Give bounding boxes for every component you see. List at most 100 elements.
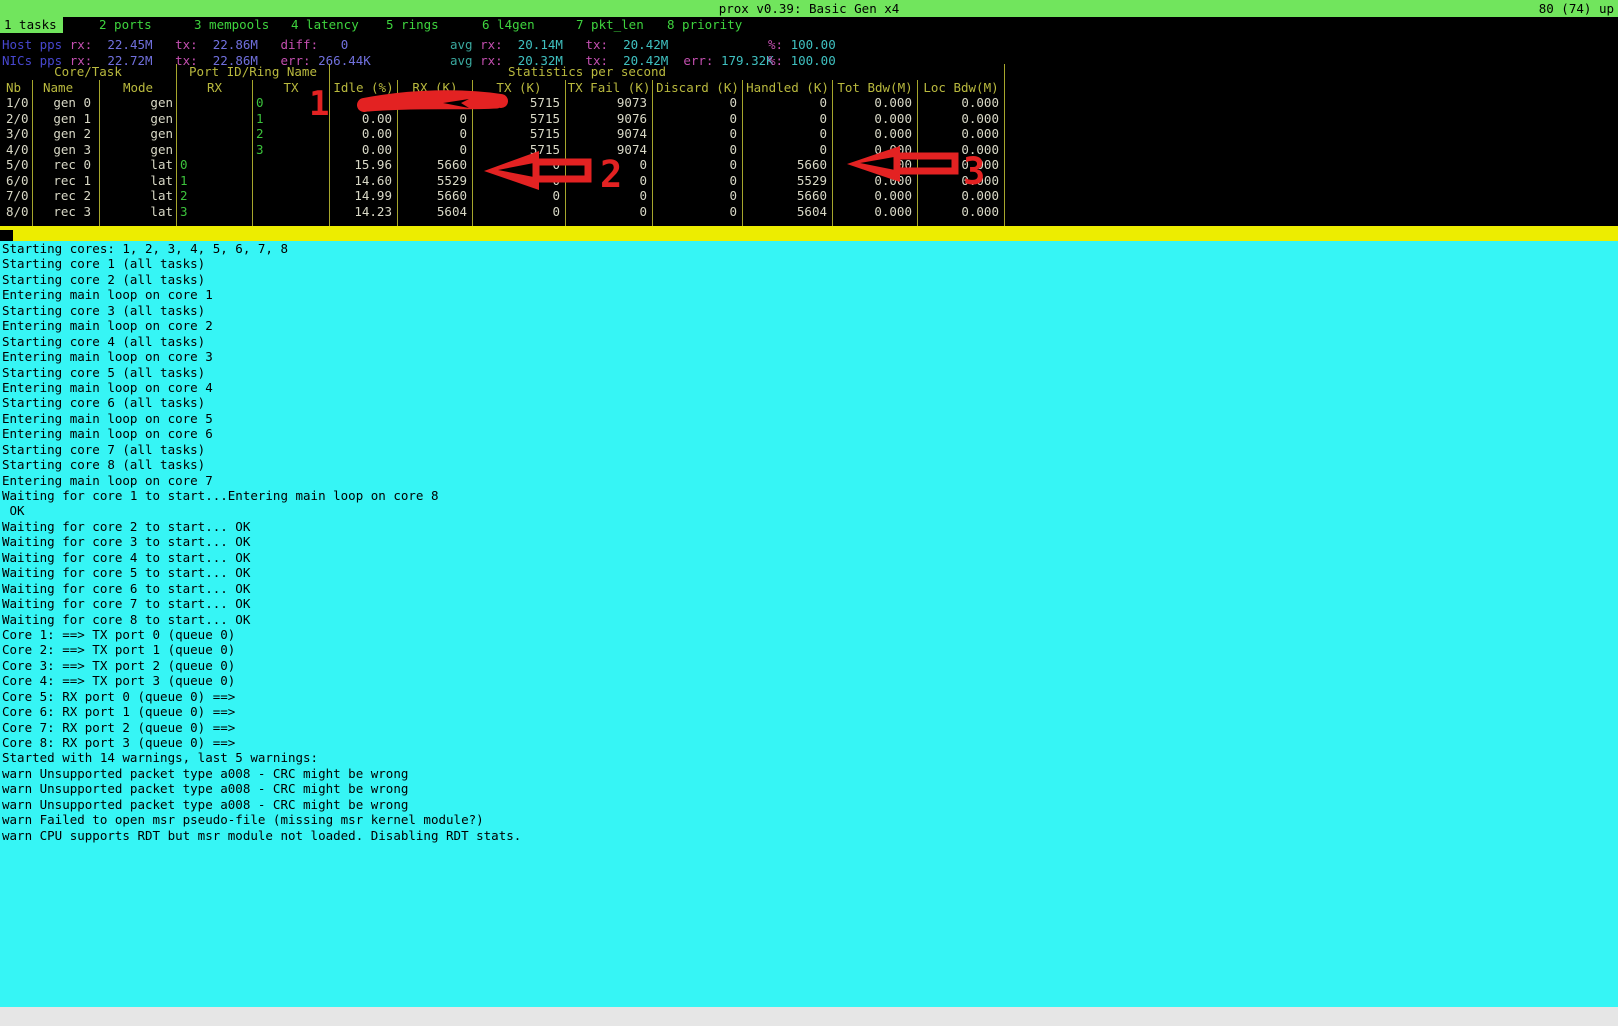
- cell: 5715: [473, 95, 566, 111]
- cell: 0.000: [833, 111, 918, 127]
- command-status-bar[interactable]: Enter 'help' or command, <ESC> or 'quit'…: [0, 1007, 1618, 1026]
- border-stub: [33, 219, 100, 226]
- log-line: Core 5: RX port 0 (queue 0) ==>: [0, 689, 1618, 704]
- cell: 0: [653, 204, 743, 220]
- log-line: Waiting for core 2 to start... OK: [0, 519, 1618, 534]
- cell: [177, 142, 253, 158]
- log-line: Core 6: RX port 1 (queue 0) ==>: [0, 704, 1618, 719]
- core-stats-table: Core/TaskPort ID/Ring NameStatistics per…: [0, 64, 1005, 226]
- cell: 0: [398, 126, 473, 142]
- cell: gen 1: [33, 111, 100, 127]
- cell: 0: [566, 188, 653, 204]
- cursor-block: [0, 230, 13, 241]
- app-title: prox v0.39: Basic Gen x4: [0, 1, 1618, 17]
- border-stub: [653, 219, 743, 226]
- cell: lat: [100, 188, 177, 204]
- column-header: Name: [33, 80, 100, 96]
- border-stub: [833, 219, 918, 226]
- column-header: Nb: [0, 80, 33, 96]
- log-line: Entering main loop on core 6: [0, 426, 1618, 441]
- cell: rec 2: [33, 188, 100, 204]
- tab-2-ports[interactable]: 2 ports: [95, 17, 152, 33]
- table-row: 2/0gen 1gen10.00057159076000.0000.000: [0, 111, 1005, 127]
- prox-terminal-screen: prox v0.39: Basic Gen x4 80 (74) up 1 ta…: [0, 0, 1618, 1026]
- uptime-indicator: 80 (74) up: [1539, 1, 1614, 17]
- cell: 0.000: [833, 126, 918, 142]
- cell: 5660: [398, 188, 473, 204]
- table-row: 7/0rec 2lat214.99566000056600.0000.000: [0, 188, 1005, 204]
- log-line: OK: [0, 503, 1618, 518]
- cell: gen: [100, 142, 177, 158]
- cell: 1: [253, 111, 330, 127]
- stats-segment: %: 100.00: [768, 37, 836, 53]
- cell: 0.00: [330, 142, 398, 158]
- cell: 5715: [473, 126, 566, 142]
- border-stub: [0, 219, 33, 226]
- cell: 0: [566, 157, 653, 173]
- cell: 0: [743, 95, 833, 111]
- cell: 0: [473, 173, 566, 189]
- column-header: Tot Bdw(M): [833, 80, 918, 96]
- table-row: 8/0rec 3lat314.23560400056040.0000.000: [0, 204, 1005, 220]
- column-header: TX: [253, 80, 330, 96]
- cell: 0: [473, 204, 566, 220]
- log-line: Entering main loop on core 5: [0, 411, 1618, 426]
- log-line: Entering main loop on core 1: [0, 287, 1618, 302]
- cell: lat: [100, 157, 177, 173]
- cell: 0.000: [918, 204, 1005, 220]
- tab-3-mempools[interactable]: 3 mempools: [190, 17, 269, 33]
- cell: 3: [177, 204, 253, 220]
- tab-6-l4gen[interactable]: 6 l4gen: [478, 17, 535, 33]
- cell: 0: [398, 111, 473, 127]
- cell: 0.000: [833, 142, 918, 158]
- cell: [177, 95, 253, 111]
- table-row: 5/0rec 0lat015.96566000056600.0000.000: [0, 157, 1005, 173]
- cell: 0: [743, 111, 833, 127]
- tab-5-rings[interactable]: 5 rings: [382, 17, 439, 33]
- log-line: Waiting for core 4 to start... OK: [0, 550, 1618, 565]
- cell: 14.60: [330, 173, 398, 189]
- border-stub: [177, 219, 253, 226]
- tab-8-priority[interactable]: 8 priority: [663, 17, 742, 33]
- log-line: Starting core 6 (all tasks): [0, 395, 1618, 410]
- cell: 5604: [398, 204, 473, 220]
- border-stub: [918, 219, 1005, 226]
- tab-4-latency[interactable]: 4 latency: [287, 17, 359, 33]
- table-row: 6/0rec 1lat114.60552900055290.0000.000: [0, 173, 1005, 189]
- cell: lat: [100, 204, 177, 220]
- log-line: Waiting for core 1 to start...Entering m…: [0, 488, 1618, 503]
- cell: lat: [100, 173, 177, 189]
- cell: 4/0: [0, 142, 33, 158]
- table-group-header: Statistics per second: [330, 64, 1005, 80]
- cell: 1: [177, 173, 253, 189]
- cell: [253, 188, 330, 204]
- column-header: RX: [177, 80, 253, 96]
- cell: 2/0: [0, 111, 33, 127]
- cell: 0: [398, 95, 473, 111]
- cell: 0: [566, 173, 653, 189]
- cell: 0.000: [833, 188, 918, 204]
- log-line: Starting core 2 (all tasks): [0, 272, 1618, 287]
- cell: 0: [653, 157, 743, 173]
- cell: [253, 204, 330, 220]
- cell: 0: [653, 173, 743, 189]
- column-header: Loc Bdw(M): [918, 80, 1005, 96]
- log-line: Waiting for core 8 to start... OK: [0, 612, 1618, 627]
- log-line: Waiting for core 5 to start... OK: [0, 565, 1618, 580]
- log-line: Waiting for core 7 to start... OK: [0, 596, 1618, 611]
- log-line: Starting cores: 1, 2, 3, 4, 5, 6, 7, 8: [0, 241, 1618, 256]
- log-line: Core 4: ==> TX port 3 (queue 0): [0, 673, 1618, 688]
- startup-log: Starting cores: 1, 2, 3, 4, 5, 6, 7, 8 St…: [0, 241, 1618, 1007]
- log-line: Starting core 4 (all tasks): [0, 334, 1618, 349]
- column-header: TX Fail (K): [566, 80, 653, 96]
- cell: 0: [177, 157, 253, 173]
- cell: 0.000: [833, 157, 918, 173]
- cell: 0.00: [330, 95, 398, 111]
- log-line: Started with 14 warnings, last 5 warning…: [0, 750, 1618, 765]
- tab-7-pkt_len[interactable]: 7 pkt_len: [572, 17, 644, 33]
- cell: 9073: [566, 95, 653, 111]
- cell: 0.000: [918, 157, 1005, 173]
- cell: 5715: [473, 142, 566, 158]
- tab-1-tasks[interactable]: 1 tasks: [0, 17, 63, 33]
- cell: 0: [473, 188, 566, 204]
